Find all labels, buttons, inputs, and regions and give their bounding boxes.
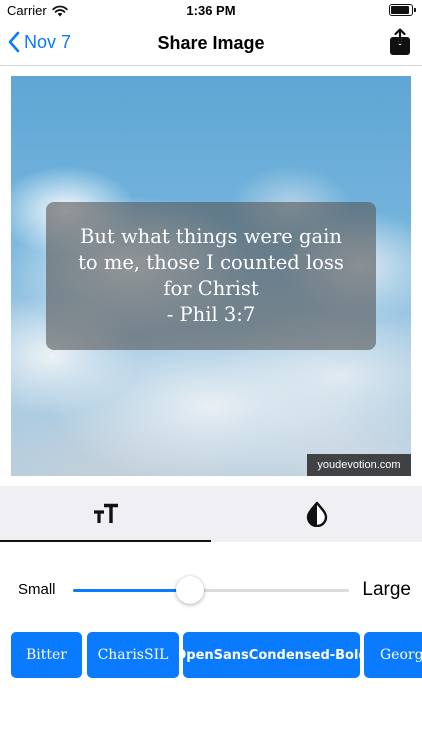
page-title: Share Image <box>157 33 265 53</box>
share-button[interactable] <box>388 28 412 56</box>
font-option-georgia[interactable]: Georgi <box>364 632 422 678</box>
font-options: Bitter CharisSIL OpenSansCondensed-Bold … <box>0 632 422 680</box>
watermark: youdevotion.com <box>307 454 411 476</box>
share-icon <box>390 28 410 55</box>
slider-max-label: Large <box>362 579 411 600</box>
status-time: 1:36 PM <box>186 3 236 18</box>
slider-fill <box>73 589 191 592</box>
verse-reference: - Phil 3:7 <box>166 303 256 326</box>
editor-tabs <box>0 486 422 542</box>
tab-text-size[interactable] <box>0 486 211 542</box>
tab-selection-indicator <box>0 540 211 542</box>
battery-icon <box>389 4 416 16</box>
verse-overlay: But what things were gain to me, those I… <box>46 202 376 350</box>
verse-line: for Christ <box>163 277 259 300</box>
text-size-icon <box>93 503 118 523</box>
slider-thumb[interactable] <box>176 576 205 604</box>
battery-level <box>391 6 409 14</box>
font-size-slider-row: Small Large <box>0 570 422 610</box>
status-bar: Carrier 1:36 PM <box>0 0 422 22</box>
font-option-bitter[interactable]: Bitter <box>11 632 82 678</box>
verse-line: to me, those I counted loss <box>78 251 344 274</box>
font-size-slider[interactable] <box>73 576 349 604</box>
font-option-opensanscondensed-bold[interactable]: OpenSansCondensed-Bold <box>183 632 360 678</box>
verse-text: But what things were gain to me, those I… <box>61 224 361 302</box>
share-image-preview: But what things were gain to me, those I… <box>11 76 411 476</box>
slider-min-label: Small <box>18 581 56 598</box>
tab-color[interactable] <box>211 486 422 542</box>
font-option-charissil[interactable]: CharisSIL <box>87 632 179 678</box>
navigation-bar: Nov 7 Share Image <box>0 22 422 66</box>
contrast-drop-icon <box>306 501 327 527</box>
verse-line: But what things were gain <box>80 225 342 248</box>
